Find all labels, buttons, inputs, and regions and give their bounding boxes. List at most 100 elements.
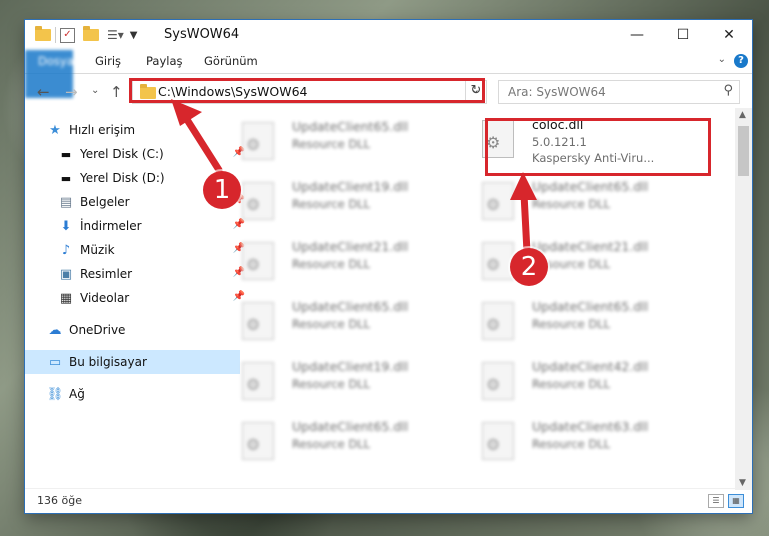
ribbon: Dosya Giriş Paylaş Görünüm ⌄ ? — [25, 50, 752, 98]
sidebar-item-this-pc[interactable]: ▭ Bu bilgisayar — [25, 350, 240, 374]
file-item[interactable]: ⚙ UpdateClient65.dll Resource DLL — [464, 296, 694, 344]
file-name: UpdateClient19.dll — [292, 179, 409, 194]
file-item[interactable]: ⚙ UpdateClient19.dll Resource DLL — [224, 176, 454, 224]
sidebar-item-label: İndirmeler — [80, 219, 142, 233]
sidebar-item-pictures[interactable]: ▣ Resimler 📌 — [25, 262, 251, 286]
sidebar-item-label: Belgeler — [80, 195, 130, 209]
sidebar-item-onedrive[interactable]: ☁ OneDrive — [25, 318, 240, 342]
vertical-scrollbar[interactable]: ▲ ▼ — [735, 108, 752, 490]
new-folder-icon[interactable] — [83, 26, 99, 41]
file-item[interactable]: ⚙ UpdateClient42.dll Resource DLL — [464, 356, 694, 404]
file-type: Resource DLL — [532, 437, 611, 451]
tab-view[interactable]: Görünüm — [193, 50, 269, 73]
file-name: UpdateClient21.dll — [532, 239, 649, 254]
chevron-down-icon[interactable]: ▼ — [130, 30, 138, 41]
cloud-icon: ☁ — [48, 322, 62, 338]
file-name: UpdateClient21.dll — [292, 239, 409, 254]
pictures-icon: ▣ — [59, 266, 73, 282]
refresh-button[interactable]: ↻ — [465, 80, 486, 102]
tiles-view-icon[interactable]: ▦ — [728, 494, 744, 508]
maximize-button[interactable]: ☐ — [660, 20, 706, 50]
sidebar-item-network[interactable]: ⛓ Ağ — [25, 382, 240, 406]
gear-icon: ⚙ — [486, 195, 501, 214]
explorer-window: ✓ ☰▾ ▼ SysWOW64 — ☐ ✕ Dosya Giriş Paylaş… — [25, 20, 752, 513]
file-type: Resource DLL — [292, 257, 371, 271]
status-bar: 136 öğe ☰ ▦ — [25, 488, 752, 513]
folder-icon — [140, 84, 156, 99]
toolbar-separator — [55, 27, 56, 43]
file-type: Resource DLL — [532, 377, 611, 391]
file-item[interactable]: ⚙ UpdateClient21.dll Resource DLL — [464, 236, 694, 284]
gear-icon: ⚙ — [486, 133, 501, 152]
gear-icon: ⚙ — [486, 375, 501, 394]
dll-file-icon: ⚙ — [482, 242, 514, 280]
video-icon: ▦ — [59, 290, 73, 306]
file-name: coloc.dll — [532, 117, 584, 132]
dll-file-icon: ⚙ — [482, 182, 514, 220]
file-type: Resource DLL — [292, 317, 371, 331]
file-name: UpdateClient65.dll — [292, 119, 409, 134]
gear-icon: ⚙ — [486, 315, 501, 334]
file-list: ⚙ UpdateClient65.dll Resource DLL ⚙ Upda… — [224, 108, 736, 488]
tab-home[interactable]: Giriş — [84, 50, 132, 73]
file-item[interactable]: ⚙ UpdateClient19.dll Resource DLL — [224, 356, 454, 404]
dll-file-icon: ⚙ — [242, 122, 274, 160]
back-arrow-icon[interactable]: ← — [37, 83, 50, 101]
file-type: Resource DLL — [532, 197, 611, 211]
network-icon: ⛓ — [46, 386, 64, 402]
sidebar-item-quick-access[interactable]: ★ Hızlı erişim — [25, 118, 240, 142]
scroll-up-icon[interactable]: ▲ — [739, 110, 746, 120]
dll-file-icon: ⚙ — [242, 242, 274, 280]
forward-arrow-icon[interactable]: → — [65, 83, 78, 101]
file-item[interactable]: ⚙ UpdateClient21.dll Resource DLL — [224, 236, 454, 284]
help-icon[interactable]: ? — [734, 54, 748, 68]
music-icon: ♪ — [61, 242, 71, 258]
tab-share[interactable]: Paylaş — [135, 50, 194, 73]
star-icon: ★ — [49, 122, 61, 138]
file-type: Resource DLL — [532, 317, 611, 331]
item-count: 136 öğe — [37, 494, 82, 507]
details-view-icon[interactable]: ☰ — [708, 494, 724, 508]
gear-icon: ⚙ — [246, 195, 261, 214]
step-badge-2: 2 — [510, 248, 548, 286]
sidebar-item-label: Videolar — [80, 291, 130, 305]
navigation-pane: ★ Hızlı erişim ▬ Yerel Disk (C:) 📌 ▬ Yer… — [25, 108, 245, 488]
download-icon: ⬇ — [60, 218, 72, 234]
file-type: Resource DLL — [292, 197, 371, 211]
file-item[interactable]: ⚙ UpdateClient65.dll Resource DLL — [224, 296, 454, 344]
sidebar-item-label: Hızlı erişim — [69, 123, 136, 137]
up-arrow-icon[interactable]: ↑ — [110, 83, 123, 101]
gear-icon: ⚙ — [246, 135, 261, 154]
sidebar-item-label: Müzik — [80, 243, 115, 257]
address-bar[interactable]: C:\Windows\SysWOW64 ⌄ — [132, 80, 487, 104]
scroll-down-icon[interactable]: ▼ — [739, 478, 746, 488]
dll-file-icon: ⚙ — [482, 422, 514, 460]
file-item[interactable]: ⚙ UpdateClient63.dll Resource DLL — [464, 416, 694, 464]
sidebar-item-music[interactable]: ♪ Müzik 📌 — [25, 238, 251, 262]
minimize-button[interactable]: — — [614, 20, 660, 50]
file-item[interactable]: ⚙ UpdateClient65.dll Resource DLL — [224, 416, 454, 464]
documents-icon: ▤ — [59, 194, 73, 210]
window-title: SysWOW64 — [164, 27, 240, 42]
sidebar-item-videos[interactable]: ▦ Videolar 📌 — [25, 286, 251, 310]
file-type: Resource DLL — [292, 437, 371, 451]
file-name: UpdateClient65.dll — [292, 419, 409, 434]
file-item[interactable]: ⚙ UpdateClient65.dll Resource DLL — [224, 116, 454, 164]
sidebar-item-downloads[interactable]: ⬇ İndirmeler 📌 — [25, 214, 251, 238]
sidebar-item-label: Resimler — [80, 267, 133, 281]
expand-ribbon-icon[interactable]: ⌄ — [718, 54, 726, 65]
properties-icon[interactable]: ✓ — [60, 27, 75, 43]
file-item-coloc-dll[interactable]: ⚙ coloc.dll 5.0.121.1 Kaspersky Anti-Vir… — [464, 116, 694, 172]
file-item[interactable]: ⚙ UpdateClient65.dll Resource DLL — [464, 176, 694, 224]
search-input[interactable]: Ara: SysWOW64 ⚲ — [498, 80, 740, 104]
recent-locations-icon[interactable]: ⌄ — [91, 85, 99, 96]
sidebar-item-label: Yerel Disk (D:) — [80, 171, 165, 185]
title-bar: ✓ ☰▾ ▼ SysWOW64 — ☐ ✕ — [25, 20, 752, 50]
gear-icon: ⚙ — [246, 375, 261, 394]
customize-icon[interactable]: ☰▾ — [107, 28, 124, 42]
sidebar-item-disk-c[interactable]: ▬ Yerel Disk (C:) 📌 — [25, 142, 251, 166]
close-button[interactable]: ✕ — [706, 20, 752, 50]
dll-file-icon: ⚙ — [242, 182, 274, 220]
dll-file-icon: ⚙ — [242, 302, 274, 340]
scroll-thumb[interactable] — [738, 126, 749, 176]
